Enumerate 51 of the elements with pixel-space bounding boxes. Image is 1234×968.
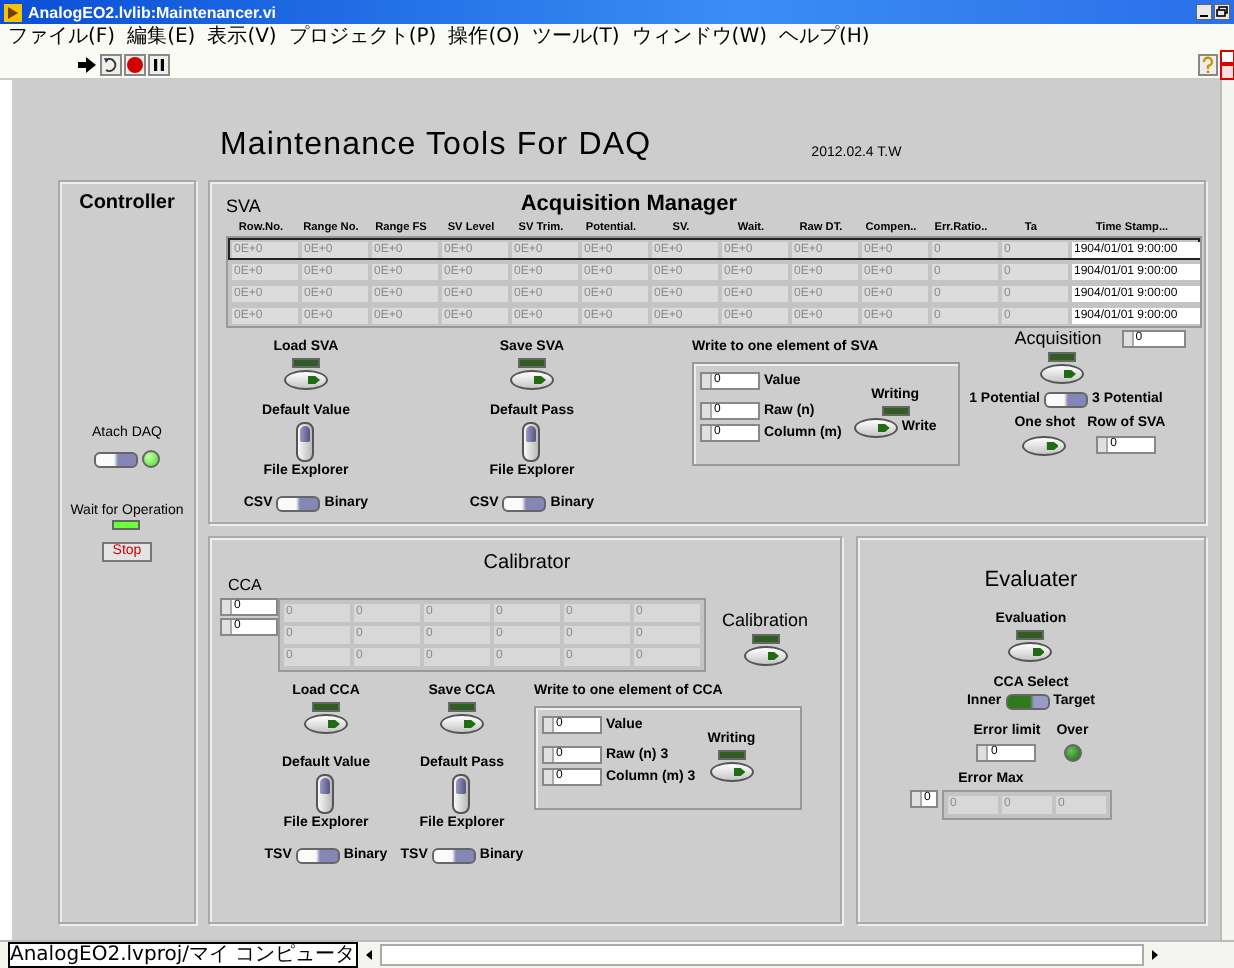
array-label: SVA [225,196,261,216]
toggle-switch[interactable] [522,422,541,462]
oval-button[interactable] [853,418,898,438]
vi-icon[interactable] [1220,49,1234,79]
panel-title: Maintenance Tools For DAQ [219,128,652,164]
menu-item[interactable]: ツール(T) [531,25,620,49]
section-title: Controller [79,192,175,214]
menu-item[interactable]: ファイル(F) [8,25,116,49]
run-continuously-icon[interactable] [100,53,122,75]
project-path: AnalogEO2.lvproj/マイ コンピュータ [8,942,358,968]
restore-icon[interactable] [1214,4,1230,20]
oval-button[interactable] [1008,642,1053,662]
run-arrow-icon[interactable] [76,53,98,75]
help-icon[interactable] [1198,53,1218,75]
slide-switch[interactable] [93,451,138,467]
minimize-icon[interactable] [1196,4,1212,20]
slide-switch[interactable] [276,496,321,512]
menu-item[interactable]: 編集(E) [127,25,196,49]
menu-item[interactable]: 操作(O) [448,25,520,49]
slide-switch[interactable] [1043,392,1088,408]
oval-button[interactable] [509,370,554,390]
oval-button[interactable] [709,762,754,782]
stop-icon[interactable] [124,53,146,75]
section-title: Evaluater [984,568,1078,594]
section-title: Calibrator [483,552,571,576]
pause-icon[interactable] [148,53,170,75]
oval-button[interactable] [1022,436,1067,456]
vertical-scrollbar[interactable] [1220,80,1234,940]
array-label: CCA [227,576,264,594]
oval-button[interactable] [283,370,328,390]
menu-item[interactable]: 表示(V) [207,25,277,49]
toggle-switch[interactable] [316,774,335,814]
oval-button[interactable] [743,646,787,666]
button-label: Acquisition [1014,328,1102,350]
section-title: Acquisition Manager [520,192,738,216]
menu-item[interactable]: ウィンドウ(W) [631,25,767,49]
oval-button[interactable] [439,714,484,734]
menu-item[interactable]: プロジェクト(P) [288,25,437,49]
button-label: Calibration [721,610,809,632]
oval-button[interactable] [303,714,348,734]
horizontal-scrollbar[interactable] [379,944,1144,966]
menu-item[interactable]: ヘルプ(H) [779,25,870,49]
window-title: AnalogEO2.lvlib:Maintenancer.vi [28,3,277,21]
oval-button[interactable] [1039,364,1084,384]
slide-switch[interactable] [431,848,476,864]
toggle-switch[interactable] [296,422,315,462]
slide-switch[interactable] [1005,694,1050,710]
toggle-switch[interactable] [452,774,471,814]
slide-switch[interactable] [295,848,340,864]
slide-switch[interactable] [502,496,547,512]
app-icon [4,3,22,21]
